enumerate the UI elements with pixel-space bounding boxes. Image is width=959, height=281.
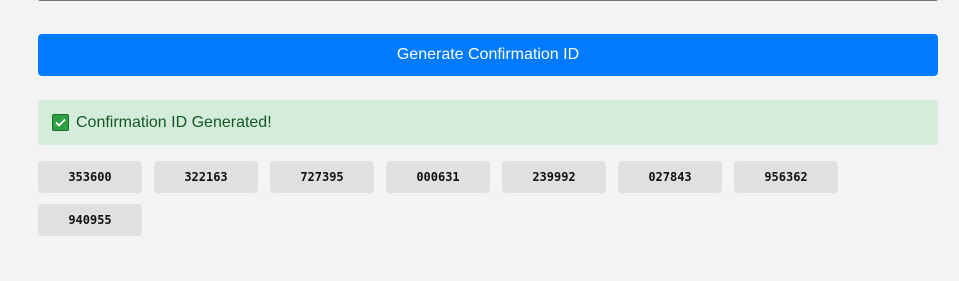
confirmation-id-chip[interactable]: 027843 [618,161,722,193]
confirmation-id-chip[interactable]: 000631 [386,161,490,193]
success-message: Confirmation ID Generated! [76,113,272,131]
confirmation-id-chip[interactable]: 353600 [38,161,142,193]
confirmation-id-chip[interactable]: 956362 [734,161,838,193]
text-input-edge[interactable] [38,0,938,1]
page: Generate Confirmation ID Confirmation ID… [0,0,959,281]
success-alert: Confirmation ID Generated! [38,100,938,145]
confirmation-id-list: 353600 322163 727395 000631 239992 02784… [38,161,938,236]
confirmation-id-chip[interactable]: 322163 [154,161,258,193]
check-mark-icon [52,114,69,131]
confirmation-id-chip[interactable]: 727395 [270,161,374,193]
confirmation-id-chip[interactable]: 940955 [38,204,142,236]
confirmation-id-chip[interactable]: 239992 [502,161,606,193]
generate-confirmation-id-button[interactable]: Generate Confirmation ID [38,34,938,76]
